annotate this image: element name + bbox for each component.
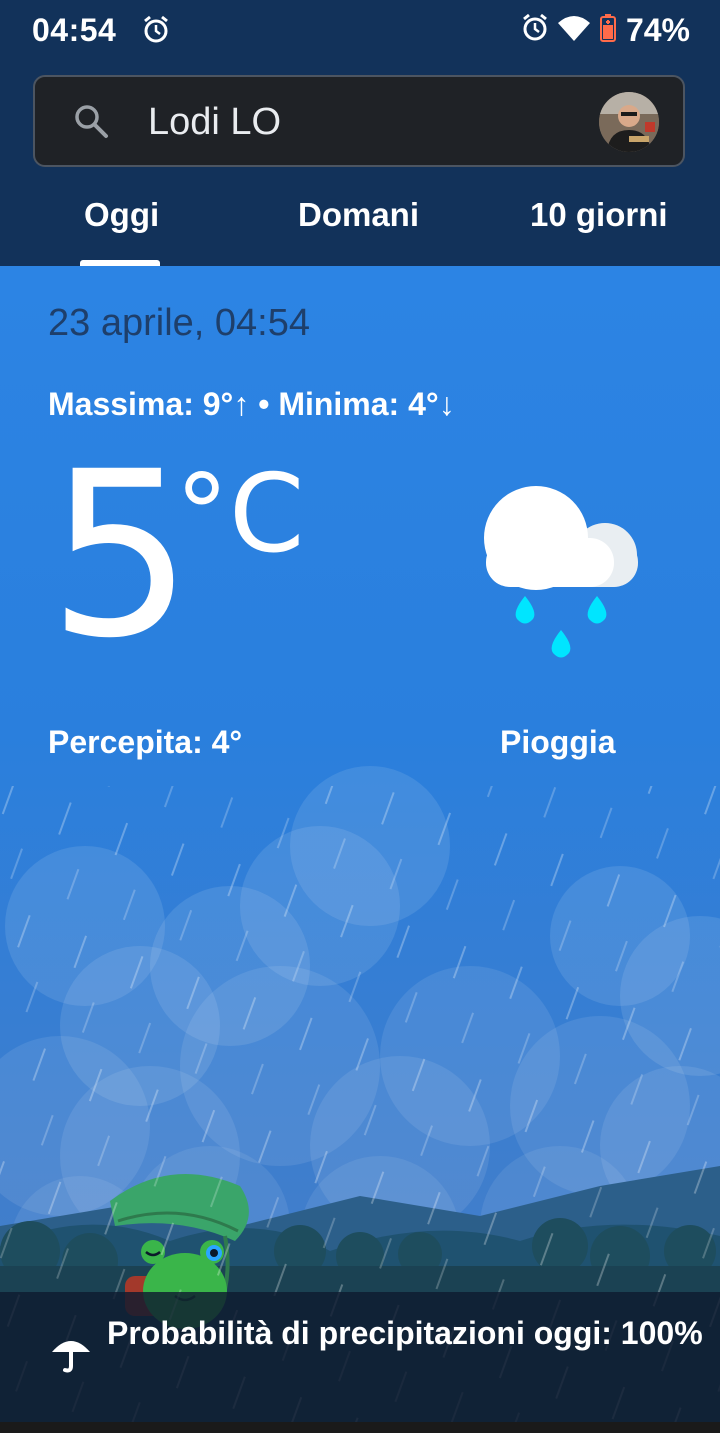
max-min-temperature: Massima: 9°↑ • Minima: 4°↓	[48, 386, 455, 422]
tab-10-giorni[interactable]: 10 giorni	[530, 196, 668, 234]
status-time: 04:54	[32, 12, 117, 48]
precipitation-probability: Probabilità di precipitazioni oggi: 100%	[107, 1315, 703, 1351]
status-right-group: 74%	[522, 12, 690, 49]
alarm-icon	[522, 13, 548, 48]
tab-oggi[interactable]: Oggi	[84, 196, 159, 234]
current-temperature: 5	[48, 422, 193, 688]
tab-bar: Oggi Domani 10 giorni	[0, 174, 720, 266]
alarm-icon	[143, 15, 169, 50]
rain-cloud-icon	[478, 478, 648, 673]
battery-percent: 74%	[625, 12, 690, 48]
navigation-bar	[0, 1422, 720, 1433]
date-time: 23 aprile, 04:54	[48, 302, 310, 344]
search-icon[interactable]	[73, 103, 109, 144]
feels-like: Percepita: 4°	[48, 724, 243, 760]
weather-main: 23 aprile, 04:54 Massima: 9°↑ • Minima: …	[0, 266, 720, 1433]
umbrella-icon	[50, 1332, 92, 1379]
wifi-icon	[557, 15, 590, 46]
temperature-unit: °C	[175, 452, 305, 577]
weather-condition: Pioggia	[500, 724, 616, 760]
search-bar[interactable]: Lodi LO	[33, 75, 685, 167]
search-location-text[interactable]: Lodi LO	[148, 101, 281, 144]
avatar[interactable]	[599, 92, 659, 152]
precipitation-banner[interactable]: Probabilità di precipitazioni oggi: 100%	[0, 1292, 720, 1422]
battery-icon	[599, 14, 616, 47]
tab-domani[interactable]: Domani	[298, 196, 419, 234]
status-bar: 04:54 74%	[0, 0, 720, 62]
header: Lodi LO Oggi Domani 10 giorni	[0, 62, 720, 266]
